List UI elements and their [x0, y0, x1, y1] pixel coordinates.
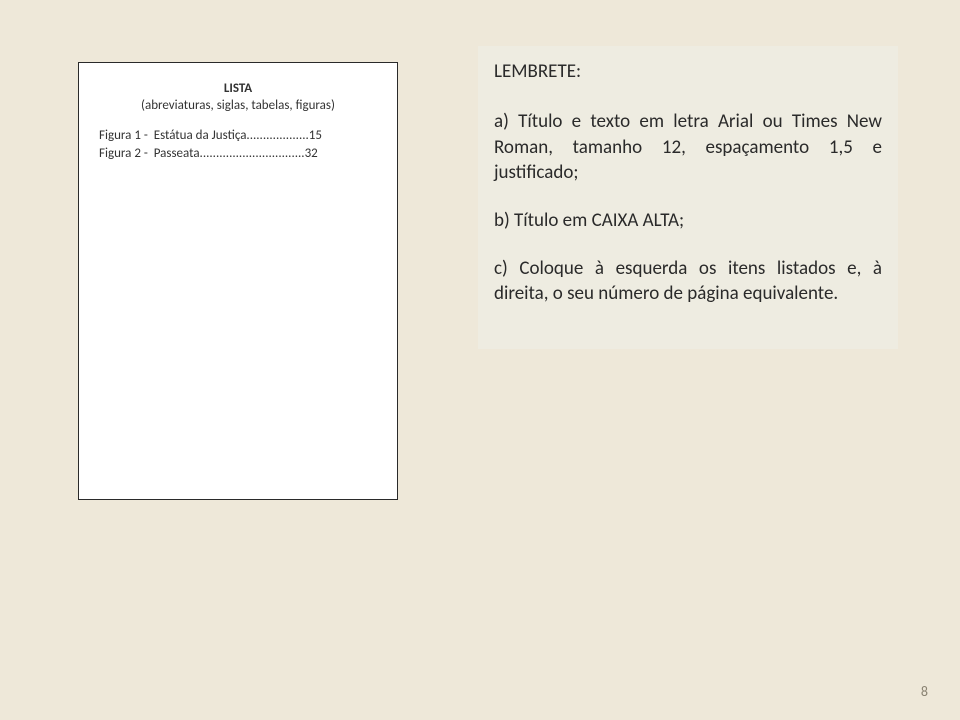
reminder-item-a: a) Título e texto em letra Arial ou Time… [494, 109, 882, 186]
document-preview-box: LISTA (abreviaturas, siglas, tabelas, fi… [78, 62, 398, 500]
reminder-item-c: c) Coloque à esquerda os itens listados … [494, 256, 882, 307]
reminder-title: LEMBRETE: [494, 60, 882, 83]
list-line-1: Figura 1 - Estátua da Justiça...........… [99, 127, 377, 145]
list-title: LISTA [99, 81, 377, 96]
reminder-item-b: b) Título em CAIXA ALTA; [494, 208, 882, 234]
list-subtitle: (abreviaturas, siglas, tabelas, figuras) [99, 98, 377, 113]
list-line-2: Figura 2 - Passeata.....................… [99, 145, 377, 163]
page-number: 8 [921, 683, 928, 700]
reminder-box: LEMBRETE: a) Título e texto em letra Ari… [478, 46, 898, 349]
